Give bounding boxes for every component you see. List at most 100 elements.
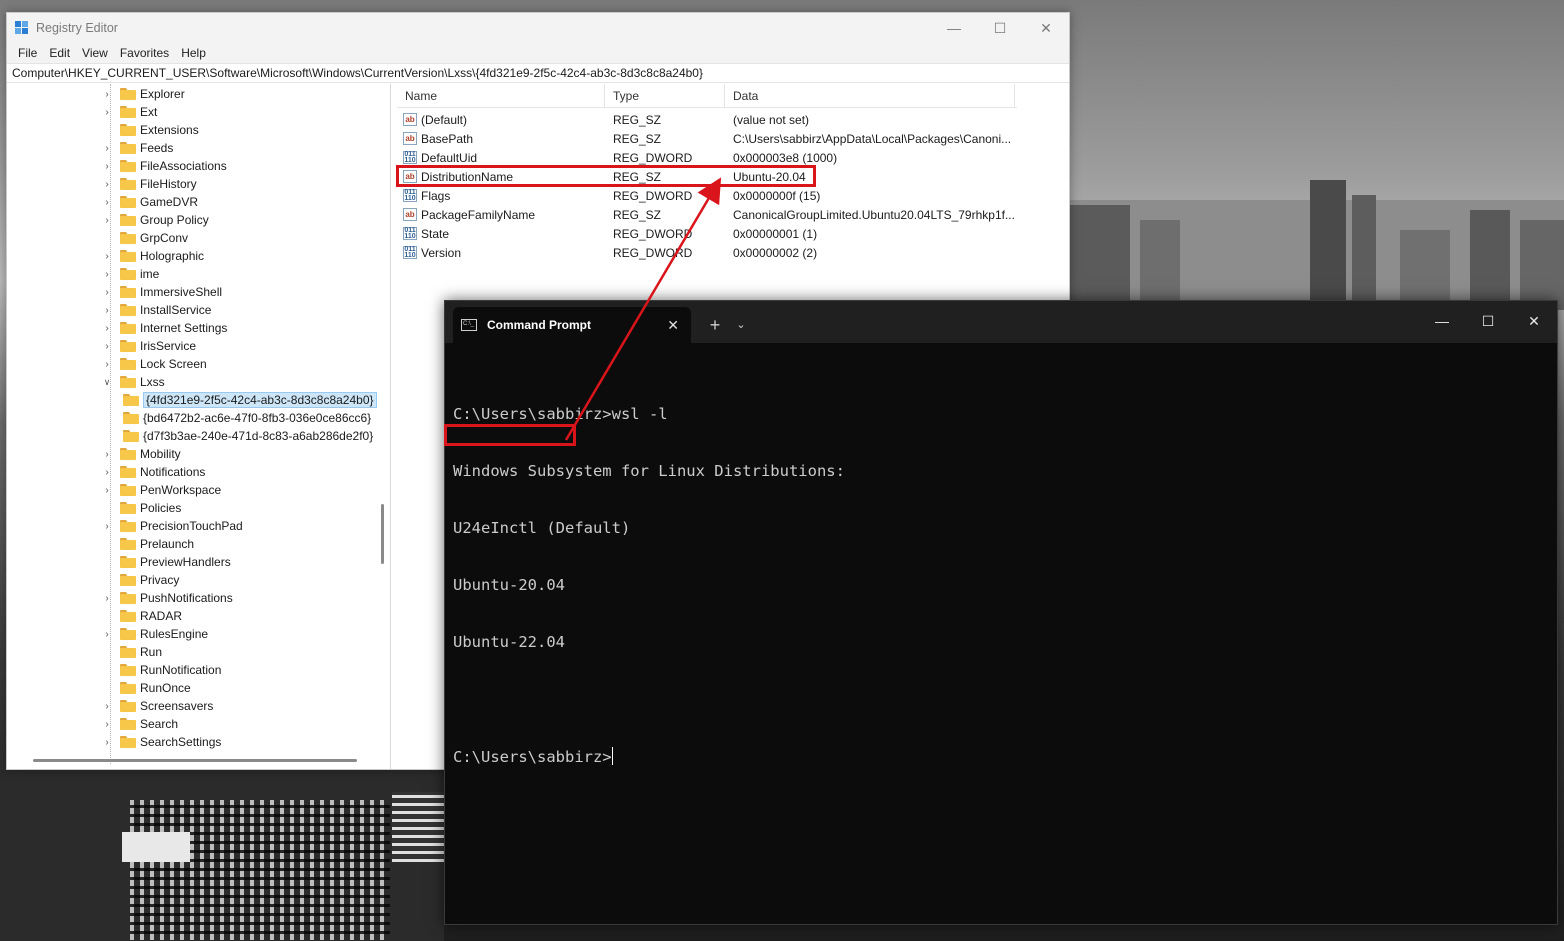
tree-item[interactable]: Extensions	[102, 121, 199, 139]
terminal-close-button[interactable]: ✕	[1511, 301, 1557, 341]
chevron-right-icon[interactable]: ›	[102, 521, 112, 532]
tree-item[interactable]: › SearchSettings	[102, 733, 221, 751]
chevron-right-icon[interactable]: ›	[102, 359, 112, 370]
value-row[interactable]: ab BasePath REG_SZ C:\Users\sabbirz\AppData…	[397, 129, 1015, 148]
column-data[interactable]: Data	[725, 84, 1015, 108]
folder-icon	[120, 736, 136, 748]
chevron-right-icon[interactable]: ›	[102, 89, 112, 100]
folder-icon	[120, 502, 136, 514]
tree-item[interactable]: › Notifications	[102, 463, 205, 481]
tree-horizontal-scrollbar[interactable]	[33, 759, 357, 762]
chevron-right-icon[interactable]: ›	[102, 323, 112, 334]
tree-item[interactable]: › Explorer	[102, 85, 184, 103]
chevron-right-icon[interactable]: ›	[102, 485, 112, 496]
tree-item[interactable]: Privacy	[102, 571, 179, 589]
chevron-right-icon[interactable]: ›	[102, 629, 112, 640]
column-name[interactable]: Name	[397, 84, 605, 108]
chevron-right-icon[interactable]: ›	[102, 701, 112, 712]
chevron-right-icon[interactable]: ›	[102, 467, 112, 478]
chevron-right-icon[interactable]: ›	[102, 197, 112, 208]
value-row[interactable]: ab (Default) REG_SZ (value not set)	[397, 110, 1015, 129]
chevron-right-icon[interactable]: ›	[102, 341, 112, 352]
tree-item[interactable]: › InstallService	[102, 301, 211, 319]
minimize-button[interactable]: —	[931, 13, 977, 43]
tree-item[interactable]: › Search	[102, 715, 178, 733]
value-row[interactable]: ab PackageFamilyName REG_SZ CanonicalGroupL…	[397, 205, 1015, 224]
tree-item[interactable]: › ime	[102, 265, 159, 283]
chevron-right-icon[interactable]: ›	[102, 287, 112, 298]
menu-edit[interactable]: Edit	[43, 46, 76, 60]
terminal-line: U24eInctl (Default)	[453, 519, 631, 537]
tree-item[interactable]: › GameDVR	[102, 193, 198, 211]
tree-item[interactable]: › Screensavers	[102, 697, 213, 715]
tree-item[interactable]: › RulesEngine	[102, 625, 208, 643]
new-tab-button[interactable]: +	[705, 307, 725, 343]
tree-item[interactable]: Policies	[102, 499, 181, 517]
folder-icon	[120, 682, 136, 694]
menu-view[interactable]: View	[76, 46, 114, 60]
tab-close-icon[interactable]: ✕	[667, 317, 679, 334]
tree-item[interactable]: › PushNotifications	[102, 589, 232, 607]
tree-item[interactable]: GrpConv	[102, 229, 188, 247]
regedit-titlebar[interactable]: Registry Editor — ☐ ✕	[7, 13, 1069, 43]
tree-item[interactable]: RunNotification	[102, 661, 221, 679]
tree-item[interactable]: › FileAssociations	[102, 157, 226, 175]
chevron-right-icon[interactable]: ›	[102, 449, 112, 460]
column-type[interactable]: Type	[605, 84, 725, 108]
chevron-right-icon[interactable]: ›	[102, 215, 112, 226]
menu-file[interactable]: File	[12, 46, 43, 60]
chevron-right-icon[interactable]: ›	[102, 179, 112, 190]
chevron-right-icon[interactable]: ›	[102, 305, 112, 316]
tree-item[interactable]: › Feeds	[102, 139, 173, 157]
tab-command-prompt[interactable]: C:\_ Command Prompt ✕	[453, 307, 691, 343]
value-row[interactable]: 011 110 Flags REG_DWORD 0x0000000f (15)	[397, 186, 1015, 205]
tree-item[interactable]: › Group Policy	[102, 211, 208, 229]
terminal-line: Ubuntu-20.04	[453, 576, 565, 594]
chevron-right-icon[interactable]: ›	[102, 161, 112, 172]
chevron-right-icon[interactable]: ›	[102, 143, 112, 154]
menu-favorites[interactable]: Favorites	[114, 46, 175, 60]
value-row[interactable]: 011 110 Version REG_DWORD 0x00000002 (2)	[397, 243, 1015, 262]
tree-item[interactable]: › Holographic	[102, 247, 204, 265]
tree-item[interactable]: › FileHistory	[102, 175, 196, 193]
value-name-cell: 011 110 DefaultUid	[397, 151, 605, 165]
tree-item[interactable]: › PenWorkspace	[102, 481, 221, 499]
tree-item[interactable]: Run	[102, 643, 162, 661]
folder-icon	[120, 358, 136, 370]
tree-item[interactable]: {d7f3b3ae-240e-471d-8c83-a6ab286de2f0}	[123, 427, 373, 445]
close-button[interactable]: ✕	[1023, 13, 1069, 43]
maximize-button[interactable]: ☐	[977, 13, 1023, 43]
terminal-minimize-button[interactable]: —	[1419, 301, 1465, 341]
terminal-maximize-button[interactable]: ☐	[1465, 301, 1511, 341]
terminal-titlebar[interactable]: C:\_ Command Prompt ✕ + ⌄ — ☐ ✕	[445, 301, 1557, 343]
tree-item[interactable]: › IrisService	[102, 337, 196, 355]
tree-item[interactable]: RunOnce	[102, 679, 191, 697]
chevron-down-icon[interactable]: ⌄	[733, 307, 749, 343]
tree-item[interactable]: › PrecisionTouchPad	[102, 517, 242, 535]
tree-item[interactable]: PreviewHandlers	[102, 553, 231, 571]
chevron-down-icon[interactable]: ∨	[102, 377, 112, 388]
chevron-right-icon[interactable]: ›	[102, 719, 112, 730]
chevron-right-icon[interactable]: ›	[102, 251, 112, 262]
chevron-right-icon[interactable]: ›	[102, 737, 112, 748]
tree-item[interactable]: {4fd321e9-2f5c-42c4-ab3c-8d3c8c8a24b0}	[123, 391, 377, 409]
tree-item[interactable]: {bd6472b2-ac6e-47f0-8fb3-036e0ce86cc6}	[123, 409, 371, 427]
chevron-right-icon[interactable]: ›	[102, 593, 112, 604]
tree-item[interactable]: Prelaunch	[102, 535, 194, 553]
tree-item[interactable]: › Mobility	[102, 445, 180, 463]
chevron-right-icon[interactable]: ›	[102, 107, 112, 118]
menu-help[interactable]: Help	[175, 46, 212, 60]
value-type: REG_DWORD	[613, 226, 693, 241]
background-vent	[392, 792, 444, 862]
chevron-right-icon[interactable]: ›	[102, 269, 112, 280]
tree-item[interactable]: › Internet Settings	[102, 319, 227, 337]
tree-vertical-scrollbar[interactable]	[381, 504, 384, 564]
text-cursor	[611, 747, 613, 765]
tree-item[interactable]: › ImmersiveShell	[102, 283, 222, 301]
tree-item[interactable]: ∨ Lxss	[102, 373, 165, 391]
address-bar[interactable]: Computer\HKEY_CURRENT_USER\Software\Micr…	[7, 63, 1069, 83]
tree-item[interactable]: RADAR	[102, 607, 182, 625]
tree-item[interactable]: › Lock Screen	[102, 355, 206, 373]
value-row[interactable]: 011 110 State REG_DWORD 0x00000001 (1)	[397, 224, 1015, 243]
tree-item[interactable]: › Ext	[102, 103, 157, 121]
